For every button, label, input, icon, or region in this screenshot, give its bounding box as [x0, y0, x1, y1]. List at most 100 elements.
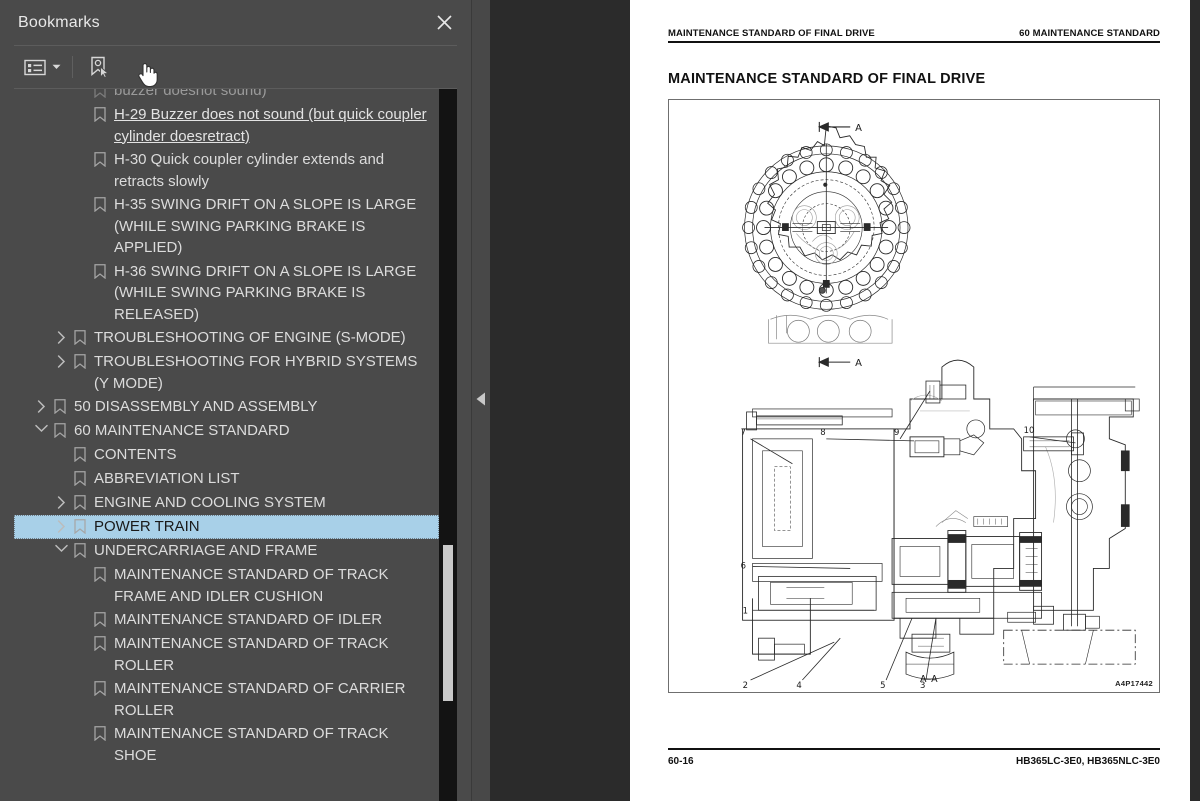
bookmark-label: ENGINE AND COOLING SYSTEM	[94, 494, 326, 511]
list-options-icon[interactable]	[22, 52, 48, 82]
bookmark-item[interactable]: H-30 Quick coupler cylinder extends and …	[14, 148, 439, 193]
figure-drawing-number: A4P17442	[1115, 679, 1153, 688]
callout-1: 1	[743, 605, 748, 615]
bookmark-label: TROUBLESHOOTING FOR HYBRID SYSTEMS (Y MO…	[94, 353, 418, 392]
chevron-right-icon[interactable]	[52, 516, 70, 538]
bookmark-icon	[70, 444, 90, 466]
bookmark-item[interactable]: CONTENTS	[14, 443, 439, 467]
document-right-margin	[1190, 0, 1200, 801]
callout-7: 7	[741, 427, 746, 437]
bookmark-icon	[70, 492, 90, 514]
chevron-down-icon[interactable]	[52, 540, 70, 562]
bookmark-icon	[50, 396, 70, 418]
page-footer: 60-16 HB365LC-3E0, HB365NLC-3E0	[668, 748, 1160, 767]
bookmark-item[interactable]: MAINTENANCE STANDARD OF IDLER	[14, 608, 439, 632]
running-header-left: MAINTENANCE STANDARD OF FINAL DRIVE	[668, 28, 875, 39]
bookmark-item[interactable]: MAINTENANCE STANDARD OF TRACK ROLLER	[14, 632, 439, 677]
bookmark-item[interactable]: TROUBLESHOOTING OF ENGINE (S-MODE)	[14, 326, 439, 350]
bookmark-icon	[70, 540, 90, 562]
chevron-right-icon[interactable]	[32, 396, 50, 418]
bookmark-icon	[90, 678, 110, 700]
running-header-right: 60 MAINTENANCE STANDARD	[1019, 28, 1160, 39]
section-view-label: A–A	[920, 674, 938, 685]
bookmarks-tree-container: buzzer doesnot sound) H-29 Buzzer does n…	[14, 88, 457, 801]
bookmark-icon	[70, 351, 90, 373]
callout-10: 10	[1024, 425, 1035, 435]
bookmark-label: H-30 Quick coupler cylinder extends and …	[114, 151, 385, 190]
bookmark-label: POWER TRAIN	[94, 518, 200, 535]
bookmark-item[interactable]: 50 DISASSEMBLY AND ASSEMBLY	[14, 395, 439, 419]
bookmark-item[interactable]: ENGINE AND COOLING SYSTEM	[14, 491, 439, 515]
callout-6: 6	[741, 560, 746, 570]
bookmark-label: UNDERCARRIAGE AND FRAME	[94, 542, 318, 559]
chevron-right-icon[interactable]	[52, 327, 70, 349]
bookmark-label: 60 MAINTENANCE STANDARD	[74, 422, 290, 439]
bookmark-item[interactable]: TROUBLESHOOTING FOR HYBRID SYSTEMS (Y MO…	[14, 350, 439, 395]
bookmark-icon	[70, 468, 90, 490]
bookmark-label: MAINTENANCE STANDARD OF IDLER	[114, 611, 383, 628]
bookmark-icon	[90, 633, 110, 655]
bookmark-item[interactable]: 60 MAINTENANCE STANDARD	[14, 419, 439, 443]
bookmark-icon	[90, 564, 110, 586]
callout-4: 4	[796, 680, 801, 690]
bookmarks-toolbar	[0, 46, 471, 88]
svg-text:A: A	[855, 358, 862, 369]
bookmark-icon	[90, 723, 110, 745]
bookmark-label: MAINTENANCE STANDARD OF TRACK ROLLER	[114, 635, 389, 674]
bookmark-item[interactable]: MAINTENANCE STANDARD OF TRACK FRAME AND …	[14, 563, 439, 608]
bookmark-label: MAINTENANCE STANDARD OF TRACK SHOE	[114, 725, 389, 764]
bookmark-label: TROUBLESHOOTING OF ENGINE (S-MODE)	[94, 329, 406, 346]
panel-title: Bookmarks	[18, 13, 100, 31]
bookmark-label: buzzer doesnot sound)	[114, 89, 267, 99]
bookmark-icon	[90, 261, 110, 283]
chevron-down-icon[interactable]	[32, 420, 50, 442]
bookmark-item[interactable]: MAINTENANCE STANDARD OF CARRIER ROLLER	[14, 677, 439, 722]
close-icon[interactable]	[431, 10, 457, 36]
bookmarks-panel: Bookmarks buzzer doesnot sound) H-29 Buz…	[0, 0, 472, 801]
bookmark-label: H-35 SWING DRIFT ON A SLOPE IS LARGE (WH…	[114, 196, 417, 256]
bookmark-label: CONTENTS	[94, 446, 177, 463]
model-designation: HB365LC-3E0, HB365NLC-3E0	[1016, 756, 1160, 767]
bookmark-item[interactable]: buzzer doesnot sound)	[14, 89, 439, 103]
bookmark-icon	[70, 516, 90, 538]
panel-splitter[interactable]	[472, 0, 490, 801]
svg-text:A: A	[855, 123, 862, 134]
scrollbar-thumb[interactable]	[443, 544, 453, 702]
bookmark-item[interactable]: ABBREVIATION LIST	[14, 467, 439, 491]
bookmarks-scrollbar[interactable]	[439, 89, 457, 801]
bookmark-icon	[70, 327, 90, 349]
chevron-right-icon[interactable]	[52, 492, 70, 514]
new-bookmark-icon[interactable]	[85, 52, 113, 82]
bookmark-icon	[50, 420, 70, 442]
callout-5: 5	[880, 680, 885, 690]
bookmark-label: H-36 SWING DRIFT ON A SLOPE IS LARGE (WH…	[114, 262, 417, 323]
bookmark-item[interactable]: UNDERCARRIAGE AND FRAME	[14, 539, 439, 563]
bookmark-item[interactable]: POWER TRAIN	[14, 515, 439, 539]
page-number: 60-16	[668, 756, 694, 767]
callout-8: 8	[820, 427, 825, 437]
pdf-reader-window: Bookmarks buzzer doesnot sound) H-29 Buz…	[0, 0, 1200, 801]
bookmark-icon	[90, 194, 110, 216]
final-drive-technical-drawing: A A 7 8 9 10 6 1 2 4 5 3 A–A	[741, 121, 1140, 690]
bookmarks-tree[interactable]: buzzer doesnot sound) H-29 Buzzer does n…	[14, 89, 439, 801]
bookmark-icon	[90, 104, 110, 126]
callout-2: 2	[743, 680, 748, 690]
document-view[interactable]: MAINTENANCE STANDARD OF FINAL DRIVE 60 M…	[490, 0, 1200, 801]
chevron-right-icon[interactable]	[52, 351, 70, 373]
page-running-header: MAINTENANCE STANDARD OF FINAL DRIVE 60 M…	[668, 28, 1160, 43]
bookmarks-panel-header: Bookmarks	[0, 0, 471, 45]
collapse-left-arrow-icon[interactable]	[476, 392, 486, 406]
bookmark-label: ABBREVIATION LIST	[94, 470, 240, 487]
callout-9: 9	[894, 427, 899, 437]
bookmark-item[interactable]: H-29 Buzzer does not sound (but quick co…	[14, 103, 439, 148]
bookmark-label: H-29 Buzzer does not sound (but quick co…	[114, 106, 427, 145]
document-page: MAINTENANCE STANDARD OF FINAL DRIVE 60 M…	[630, 0, 1190, 801]
bookmark-item[interactable]: H-35 SWING DRIFT ON A SLOPE IS LARGE (WH…	[14, 193, 439, 260]
bookmark-label: MAINTENANCE STANDARD OF TRACK FRAME AND …	[114, 566, 389, 605]
toolbar-separator	[72, 56, 73, 78]
bookmark-icon	[90, 89, 110, 102]
chevron-down-icon[interactable]	[48, 52, 64, 82]
bookmark-label: MAINTENANCE STANDARD OF CARRIER ROLLER	[114, 680, 406, 719]
bookmark-item[interactable]: MAINTENANCE STANDARD OF TRACK SHOE	[14, 722, 439, 767]
bookmark-item[interactable]: H-36 SWING DRIFT ON A SLOPE IS LARGE (WH…	[14, 260, 439, 327]
